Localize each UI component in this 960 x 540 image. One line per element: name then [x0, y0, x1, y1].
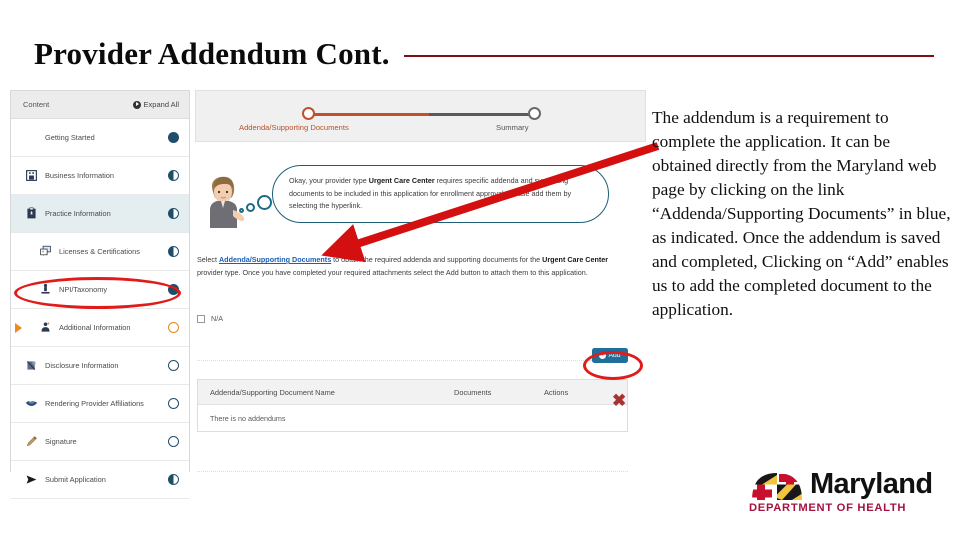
sidebar-item-licenses-certifications[interactable]: Licenses & Certifications: [11, 233, 189, 271]
explanation-text: The addendum is a requirement to complet…: [652, 108, 951, 320]
add-button-label: Add: [608, 352, 621, 359]
progress-stepper: Addenda/Supporting Documents Summary: [195, 90, 646, 142]
status-indicator-full: [168, 132, 179, 143]
na-checkbox[interactable]: [197, 314, 205, 323]
addenda-table-header: Addenda/Supporting Document Name Documen…: [198, 380, 627, 405]
addenda-supporting-documents-link[interactable]: Addenda/Supporting Documents: [219, 255, 331, 264]
expand-all-label: Expand All: [143, 100, 179, 109]
current-step-caret-icon: [15, 322, 22, 333]
page-title: Provider Addendum Cont.: [34, 36, 390, 71]
sidebar-header-title: Content: [23, 100, 50, 109]
sidebar-item-label: Disclosure Information: [45, 361, 119, 370]
sidebar-item-list: Getting Started Business Information Pract…: [11, 119, 189, 499]
building-icon: [25, 169, 38, 182]
sidebar-item-label: Rendering Provider Affiliations: [45, 399, 144, 408]
sidebar-item-npi-taxonomy[interactable]: NPI/Taxonomy: [11, 271, 189, 309]
expand-all-button[interactable]: Expand All: [132, 100, 179, 109]
disclose-icon: [25, 359, 38, 372]
empty-state-message: There is no addendums: [210, 413, 286, 423]
sidebar-item-additional-information[interactable]: Additional Information: [11, 309, 189, 347]
status-indicator-half: [168, 474, 179, 485]
dotted-divider-bottom: [197, 471, 628, 472]
thought-dot-medium: [246, 203, 255, 212]
sidebar-item-label: Business Information: [45, 171, 115, 180]
send-icon: [25, 473, 38, 486]
status-indicator-empty: [168, 436, 179, 447]
handshake-icon: [25, 397, 38, 410]
embedded-app-screenshot: Content Expand All Getting Started Busine…: [10, 88, 646, 499]
title-underline-rule: [403, 55, 934, 57]
sidebar-nav: Content Expand All Getting Started Busine…: [10, 90, 190, 499]
maryland-department-of-health-logo: Maryland DEPARTMENT OF HEALTH: [748, 468, 944, 524]
stepper-label-summary: Summary: [496, 123, 529, 132]
sidebar-item-rendering-provider-affiliations[interactable]: Rendering Provider Affiliations: [11, 385, 189, 423]
sidebar-item-submit-application[interactable]: Submit Application: [11, 461, 189, 499]
sidebar-item-business-information[interactable]: Business Information: [11, 157, 189, 195]
instruction-paragraph: Select Addenda/Supporting Documents to o…: [197, 253, 627, 280]
stepper-label-addenda: Addenda/Supporting Documents: [239, 123, 349, 132]
status-indicator-full: [168, 284, 179, 295]
instruction-provider-type: Urgent Care Center: [542, 255, 609, 264]
assistant-speech-text: Okay, your provider type Urgent Care Cen…: [289, 175, 592, 213]
plus-icon: +: [599, 351, 607, 359]
assistant-avatar: [210, 176, 245, 228]
sidebar-item-getting-started[interactable]: Getting Started: [11, 119, 189, 157]
instruction-tail: provider type. Once you have completed y…: [197, 268, 588, 278]
column-header-actions: Actions: [544, 387, 569, 397]
status-indicator-half: [168, 246, 179, 257]
sidebar-item-practice-information[interactable]: Practice Information: [11, 195, 189, 233]
maryland-subtitle: DEPARTMENT OF HEALTH: [749, 502, 907, 514]
thought-dot-small: [239, 208, 244, 213]
person-icon: [39, 321, 52, 334]
stepper-track: [300, 107, 541, 121]
maryland-flag-icon: [752, 473, 802, 500]
column-header-name: Addenda/Supporting Document Name: [210, 387, 335, 397]
addenda-table: Addenda/Supporting Document Name Documen…: [197, 379, 628, 432]
main-content-panel: Addenda/Supporting Documents Summary Oka…: [195, 90, 646, 472]
status-indicator-empty: [168, 398, 179, 409]
title-row: Provider Addendum Cont.: [34, 30, 934, 78]
bubble-text-before: Okay, your provider type: [289, 176, 369, 186]
sidebar-item-label: Practice Information: [45, 209, 111, 218]
status-indicator-orange: [168, 322, 179, 333]
thought-dot-large: [257, 195, 272, 210]
pen-icon: [25, 435, 38, 448]
stepper-node-addenda[interactable]: [302, 107, 315, 120]
stepper-node-summary[interactable]: [528, 107, 541, 120]
na-checkbox-label: N/A: [211, 314, 223, 323]
sidebar-item-label: Submit Application: [45, 475, 106, 484]
stepper-segment-active: [308, 113, 429, 116]
instruction-lead: Select: [197, 255, 219, 264]
license-icon: [39, 245, 52, 258]
sidebar-item-label: Getting Started: [45, 133, 95, 142]
table-row-empty: There is no addendums: [198, 405, 627, 431]
sidebar-item-label: Licenses & Certifications: [59, 247, 140, 256]
sidebar-item-signature[interactable]: Signature: [11, 423, 189, 461]
expand-all-icon: [132, 100, 141, 109]
instruction-mid: to obtain the required addenda and suppo…: [331, 255, 543, 264]
sidebar-item-label: NPI/Taxonomy: [59, 285, 108, 294]
sidebar-item-label: Signature: [45, 437, 77, 446]
assistant-speech-bubble: Okay, your provider type Urgent Care Cen…: [272, 165, 609, 223]
sidebar-item-label: Additional Information: [59, 323, 131, 332]
sidebar-header: Content Expand All: [11, 91, 189, 119]
slide-canvas: Provider Addendum Cont. Content Expand A…: [0, 0, 960, 540]
column-header-documents: Documents: [454, 387, 492, 397]
bubble-provider-type: Urgent Care Center: [368, 176, 435, 186]
status-indicator-empty: [168, 360, 179, 371]
maryland-wordmark: Maryland: [810, 468, 933, 500]
na-checkbox-row[interactable]: N/A: [197, 314, 223, 323]
red-x-mark: ✖: [612, 391, 627, 410]
status-indicator-half: [168, 208, 179, 219]
dotted-divider-top: [197, 360, 628, 361]
stepper-segment-inactive: [429, 113, 534, 116]
sidebar-item-disclosure-information[interactable]: Disclosure Information: [11, 347, 189, 385]
add-button[interactable]: + Add: [592, 348, 628, 363]
npi-icon: [39, 283, 52, 296]
status-indicator-half: [168, 170, 179, 181]
clipboard-icon: [25, 207, 38, 220]
